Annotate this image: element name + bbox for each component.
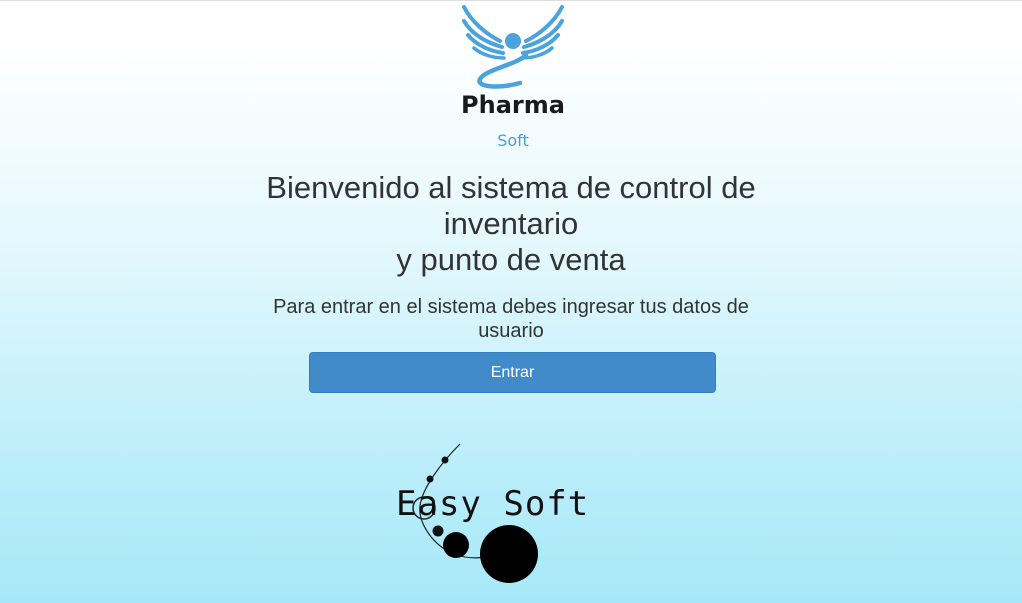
company-name: Easy Soft — [396, 484, 590, 524]
product-name: Pharma — [461, 91, 565, 119]
top-border — [0, 0, 1022, 1]
winged-angel-icon — [462, 5, 564, 89]
pharma-soft-logo: Pharma Soft — [458, 3, 568, 153]
welcome-title: Bienvenido al sistema de control de inve… — [241, 170, 781, 278]
welcome-title-line: inventario — [443, 206, 579, 241]
product-sub-name: Soft — [497, 131, 529, 150]
easy-soft-logo: Easy Soft — [390, 440, 590, 590]
login-instructions: Para entrar en el sistema debes ingresar… — [273, 296, 749, 342]
welcome-title-line: y punto de venta — [396, 242, 626, 277]
enter-button[interactable]: Entrar — [309, 352, 716, 393]
welcome-title-line: Bienvenido al sistema de control de — [266, 170, 756, 205]
